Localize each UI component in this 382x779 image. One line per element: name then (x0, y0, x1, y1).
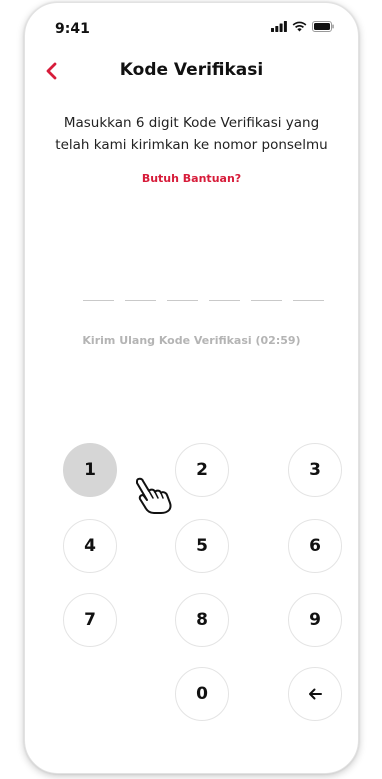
wifi-icon (292, 21, 307, 32)
key-7[interactable]: 7 (63, 593, 117, 647)
key-0[interactable]: 0 (175, 667, 229, 721)
key-1[interactable]: 1 (63, 443, 117, 497)
status-time: 9:41 (55, 21, 90, 37)
otp-digit-slot[interactable] (251, 286, 282, 301)
signal-icon (271, 21, 287, 32)
otp-digit-slot[interactable] (293, 286, 324, 301)
key-5[interactable]: 5 (175, 519, 229, 573)
key-6[interactable]: 6 (288, 519, 342, 573)
key-8[interactable]: 8 (175, 593, 229, 647)
otp-digit-slot[interactable] (167, 286, 198, 301)
otp-digit-slot[interactable] (125, 286, 156, 301)
help-link[interactable]: Butuh Bantuan? (25, 172, 358, 185)
backspace-key[interactable] (288, 667, 342, 721)
otp-digit-slot[interactable] (209, 286, 240, 301)
otp-input[interactable] (83, 286, 324, 301)
otp-digit-slot[interactable] (83, 286, 114, 301)
page-title: Kode Verifikasi (119, 60, 264, 80)
battery-icon (312, 21, 334, 32)
resend-code-text: Kirim Ulang Kode Verifikasi (02:59) (82, 334, 301, 347)
pointing-hand-icon (136, 477, 172, 514)
status-bar: 9:41 (25, 3, 358, 47)
status-icons (271, 21, 334, 32)
key-2[interactable]: 2 (175, 443, 229, 497)
key-4[interactable]: 4 (63, 519, 117, 573)
header: Kode Verifikasi (25, 57, 358, 87)
instruction-text: Masukkan 6 digit Kode Verifikasi yang te… (55, 115, 328, 153)
backspace-arrow-icon (309, 688, 322, 700)
key-3[interactable]: 3 (288, 443, 342, 497)
phone-frame: 9:41 Kode Verifikasi Masukkan 6 digit Ko… (24, 2, 359, 774)
key-9[interactable]: 9 (288, 593, 342, 647)
